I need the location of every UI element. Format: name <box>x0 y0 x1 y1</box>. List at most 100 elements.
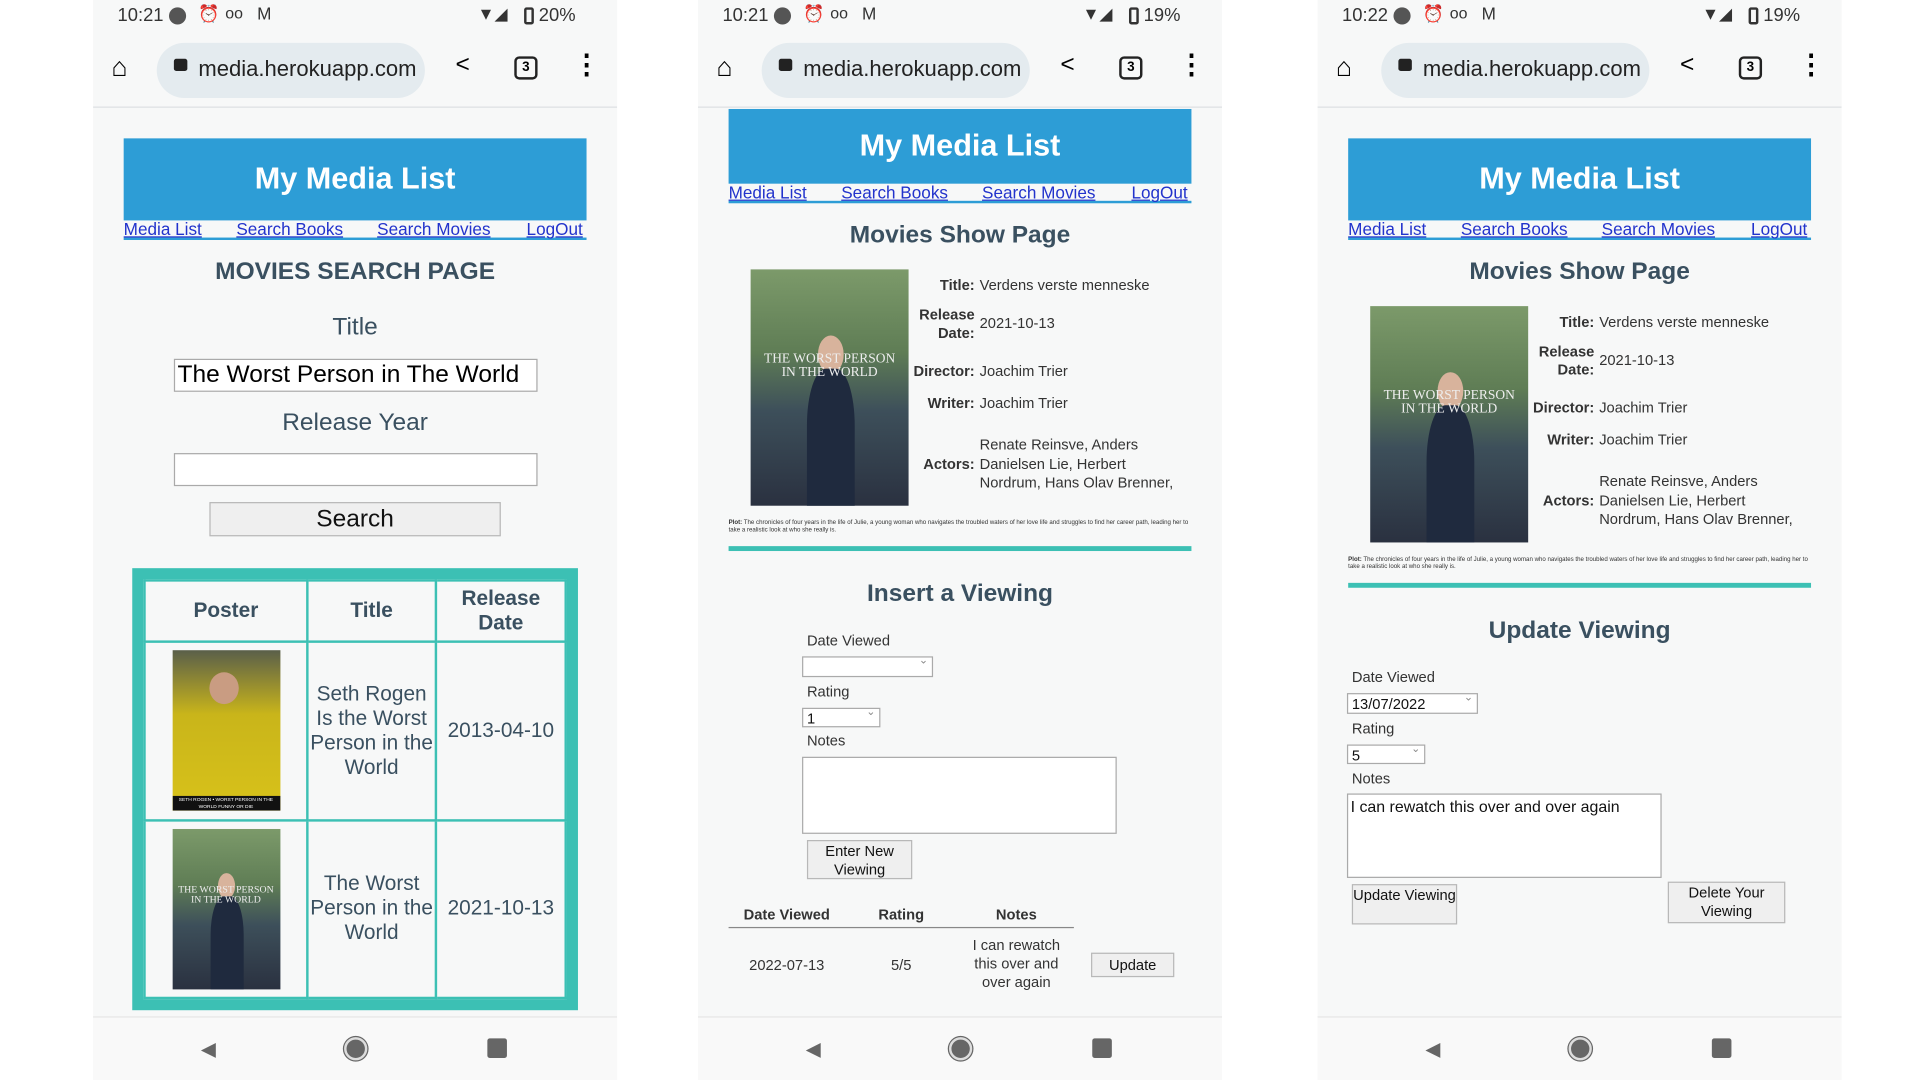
voicemail-icon: oo <box>830 3 848 23</box>
wifi-signal-icon: ▼◢ <box>1702 3 1733 24</box>
nav-media-list[interactable]: Media List <box>1348 219 1426 239</box>
search-button[interactable]: Search <box>209 502 501 537</box>
title-input[interactable]: The Worst Person in The World <box>173 358 538 392</box>
release-date-label: Release Date: <box>919 306 975 342</box>
viewings-table-header: Date Viewed Rating Notes <box>728 906 1074 929</box>
site-nav: Media List Search Books Search Movies Lo… <box>728 182 1192 204</box>
share-icon[interactable]: < <box>1680 51 1694 79</box>
back-icon[interactable]: ◀ <box>1425 1037 1440 1061</box>
back-icon[interactable]: ◀ <box>806 1037 821 1061</box>
nav-search-movies[interactable]: Search Movies <box>982 182 1095 202</box>
title-label: Title: <box>1559 313 1595 331</box>
status-time: 10:21 <box>722 4 769 26</box>
row-date: 2021-10-13 <box>434 818 567 1000</box>
director-label: Director: <box>913 362 975 380</box>
phone-screen-2: 10:21 ⏰ oo M ▼◢ 19% ⌂ media.herokuapp.co… <box>697 0 1223 1080</box>
nav-search-movies[interactable]: Search Movies <box>1602 219 1715 239</box>
home-icon[interactable]: ⌂ <box>111 51 127 83</box>
divider <box>1348 582 1812 588</box>
notes-textarea[interactable] <box>802 756 1117 834</box>
phone-screen-1: 10:21 ⏰ oo M ▼◢ 20% ⌂ media.herokuapp.co… <box>93 0 618 1080</box>
alarm-icon: ⏰ <box>803 3 825 24</box>
recents-icon[interactable] <box>487 1038 507 1058</box>
release-year-label: Release Year <box>282 408 428 436</box>
row-title[interactable]: Seth Rogen Is the Worst Person in the Wo… <box>306 640 438 822</box>
actors-label: Actors: <box>1542 492 1595 510</box>
table-row[interactable]: THE WORST PERSON IN THE WORLD The Worst P… <box>143 818 567 1000</box>
recents-icon[interactable] <box>1711 1038 1732 1058</box>
table-row: 2022-07-13 5/5 I can rewatch this over a… <box>729 937 1219 998</box>
director-value: Joachim Trier <box>1599 399 1688 417</box>
recents-icon[interactable] <box>1092 1038 1112 1058</box>
address-bar[interactable]: media.herokuapp.com <box>761 42 1030 98</box>
browser-toolbar: ⌂ media.herokuapp.com < 3 ⋮ <box>93 37 618 108</box>
title-value: Verdens verste menneske <box>979 276 1150 294</box>
nav-search-books[interactable]: Search Books <box>841 182 948 202</box>
date-viewed-input[interactable] <box>802 654 934 678</box>
title-value: Verdens verste menneske <box>1599 313 1770 331</box>
home-icon[interactable]: ⌂ <box>1336 51 1352 83</box>
nav-search-books[interactable]: Search Books <box>1461 219 1568 239</box>
results-table: Poster Title Release Date SETH ROGEN • WOR… <box>143 579 567 1000</box>
back-icon[interactable]: ◀ <box>201 1037 216 1061</box>
release-year-input[interactable] <box>173 453 538 487</box>
movie-poster: THE WORST PERSON IN THE WORLD <box>1370 306 1529 543</box>
notification-dot-icon <box>1393 7 1411 25</box>
address-bar[interactable]: media.herokuapp.com <box>1381 42 1650 98</box>
wifi-signal-icon: ▼◢ <box>1082 3 1113 24</box>
home-icon[interactable]: ⌂ <box>716 51 732 83</box>
divider <box>728 546 1192 552</box>
tab-switcher-button[interactable]: 3 <box>1738 56 1763 80</box>
update-button[interactable]: Update <box>1091 952 1175 978</box>
share-icon[interactable]: < <box>456 51 470 79</box>
show-page-title: Movies Show Page <box>849 221 1071 249</box>
enter-new-viewing-button[interactable]: Enter New Viewing <box>806 840 913 880</box>
actors-label: Actors: <box>923 455 975 473</box>
nav-search-movies[interactable]: Search Movies <box>377 219 490 239</box>
nav-search-books[interactable]: Search Books <box>236 219 343 239</box>
date-viewed-input[interactable]: 13/07/2022 <box>1346 691 1478 714</box>
system-nav-bar: ◀ <box>1317 1016 1842 1080</box>
writer-label: Writer: <box>1547 431 1595 449</box>
address-bar[interactable]: media.herokuapp.com <box>156 42 425 98</box>
nav-logout[interactable]: LogOut <box>1751 219 1807 239</box>
nav-logout[interactable]: LogOut <box>1131 182 1187 202</box>
tab-switcher-button[interactable]: 3 <box>1119 56 1143 80</box>
tab-switcher-button[interactable]: 3 <box>514 56 538 80</box>
nav-media-list[interactable]: Media List <box>124 219 202 239</box>
release-date-label: Release Date: <box>1538 342 1595 379</box>
url-text: media.herokuapp.com <box>198 56 417 81</box>
browser-toolbar: ⌂ media.herokuapp.com < 3 ⋮ <box>1317 37 1842 108</box>
poster-worst-person[interactable]: THE WORST PERSON IN THE WORLD <box>172 828 280 990</box>
home-nav-icon[interactable] <box>1568 1037 1592 1061</box>
site-header: My Media List <box>123 138 587 221</box>
nav-media-list[interactable]: Media List <box>729 182 807 202</box>
nav-logout[interactable]: LogOut <box>527 219 583 239</box>
menu-icon[interactable]: ⋮ <box>1798 49 1825 81</box>
update-viewing-button[interactable]: Update Viewing <box>1351 884 1458 925</box>
rating-select[interactable]: 1 <box>802 705 881 728</box>
battery-level: 19% <box>1143 4 1181 26</box>
battery-level: 19% <box>1763 4 1801 26</box>
status-bar: 10:21 ⏰ oo M ▼◢ 20% <box>93 0 617 32</box>
site-header: My Media List <box>728 108 1192 184</box>
rating-select[interactable]: 5 <box>1346 742 1426 765</box>
writer-value: Joachim Trier <box>979 394 1068 412</box>
home-nav-icon[interactable] <box>344 1037 368 1061</box>
delete-viewing-button[interactable]: Delete Your Viewing <box>1667 881 1786 924</box>
table-row[interactable]: SETH ROGEN • WORST PERSON IN THE WORLD F… <box>143 640 567 822</box>
rating-label: Rating <box>1351 720 1395 738</box>
row-title[interactable]: The Worst Person in the World <box>306 818 438 1000</box>
poster-title-art: THE WORST PERSON IN THE WORLD <box>763 350 896 380</box>
poster-seth-rogen[interactable]: SETH ROGEN • WORST PERSON IN THE WORLD F… <box>172 650 280 811</box>
gmail-icon: M <box>862 3 877 24</box>
phone-screen-3: 10:22 ⏰ oo M ▼◢ 19% ⌂ media.herokuapp.co… <box>1317 0 1842 1080</box>
notes-textarea[interactable]: I can rewatch this over and over again <box>1346 793 1662 878</box>
gmail-icon: M <box>257 3 272 24</box>
menu-icon[interactable]: ⋮ <box>573 49 600 81</box>
gmail-icon: M <box>1481 3 1496 24</box>
share-icon[interactable]: < <box>1060 51 1074 79</box>
menu-icon[interactable]: ⋮ <box>1178 49 1205 81</box>
lock-icon <box>1398 58 1412 72</box>
home-nav-icon[interactable] <box>948 1037 973 1061</box>
